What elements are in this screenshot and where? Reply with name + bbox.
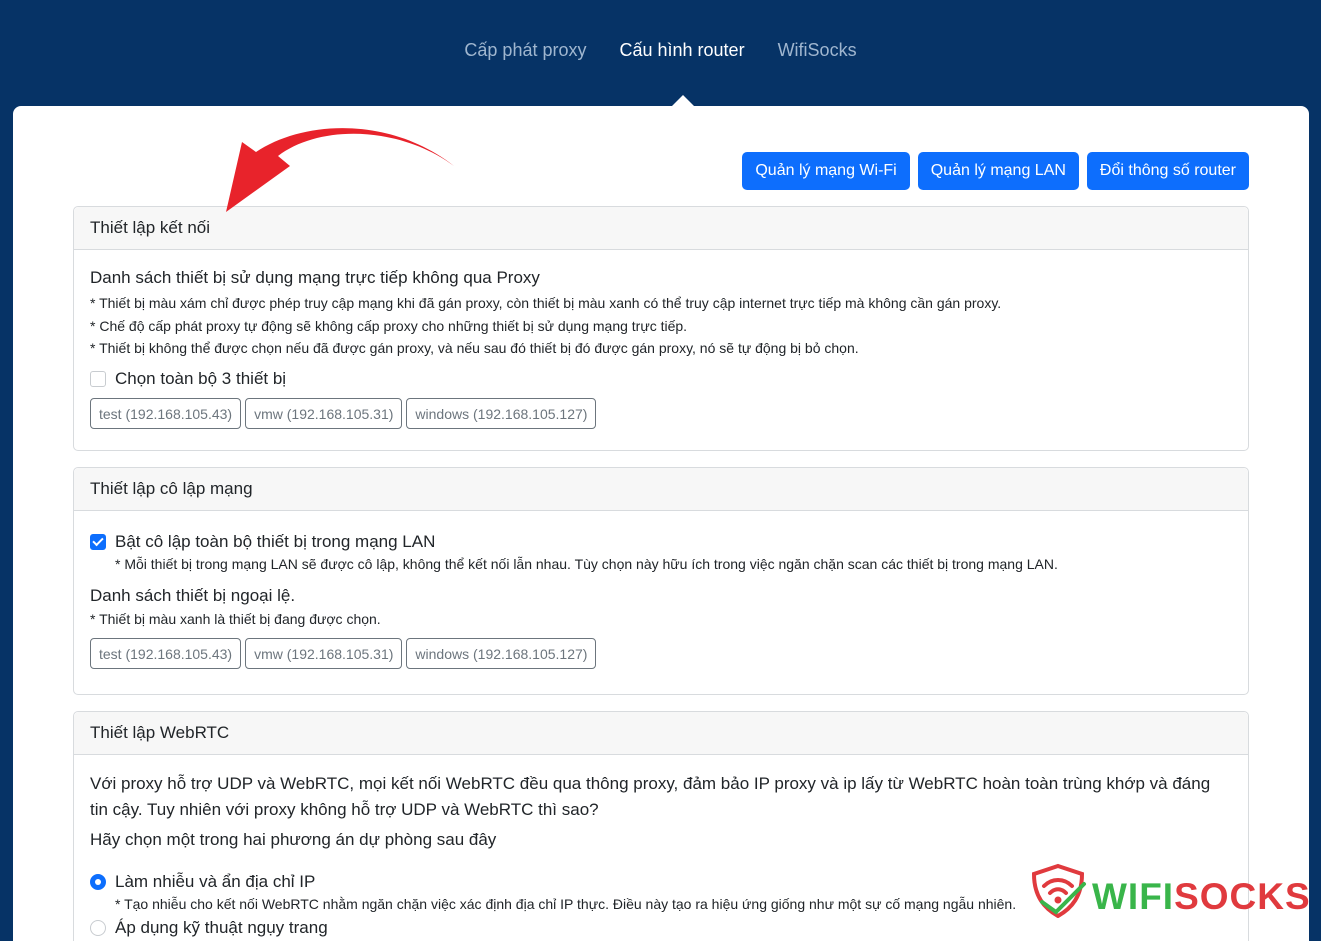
logo-text-wifi: WIFI (1092, 876, 1175, 917)
exception-device-test[interactable]: test (192.168.105.43) (90, 638, 242, 669)
main-panel: Quản lý mạng Wi-Fi Quản lý mạng LAN Đổi … (13, 106, 1309, 941)
exception-device-list: test (192.168.105.43) vmw (192.168.105.3… (90, 638, 1232, 669)
isolation-toggle-label: Bật cô lập toàn bộ thiết bị trong mạng L… (115, 532, 436, 551)
isolation-note: * Mỗi thiết bị trong mạng LAN sẽ được cô… (115, 556, 1058, 572)
change-router-settings-button[interactable]: Đổi thông số router (1086, 152, 1249, 190)
option-noise-label: Làm nhiễu và ẩn địa chỉ IP (115, 872, 316, 891)
webrtc-intro-line-2: tin cậy. Tuy nhiên với proxy không hỗ tr… (90, 800, 599, 819)
wifisocks-logo-text: WIFISOCKS (1092, 876, 1311, 918)
exception-device-vmw[interactable]: vmw (192.168.105.31) (245, 638, 403, 669)
webrtc-choose-text: Hãy chọn một trong hai phương án dự phòn… (90, 830, 497, 849)
select-all-label: Chọn toàn bộ 3 thiết bị (115, 368, 287, 388)
select-all-checkbox[interactable] (90, 370, 106, 387)
manage-lan-button[interactable]: Quản lý mạng LAN (917, 152, 1079, 190)
connection-note-1: * Thiết bị màu xám chỉ được phép truy cậ… (90, 295, 1002, 311)
top-navigation: Cấp phát proxy Cấu hình router WifiSocks (0, 0, 1321, 106)
device-button-vmw[interactable]: vmw (192.168.105.31) (245, 397, 403, 429)
isolation-checkbox[interactable] (90, 534, 106, 550)
wifi-shield-icon (1031, 863, 1086, 918)
option-disguise-radio[interactable] (90, 919, 106, 936)
option-noise-radio[interactable] (90, 874, 106, 890)
annotation-arrow-icon (226, 128, 454, 212)
nav-tabs: Cấp phát proxy Cấu hình router WifiSocks (0, 40, 1321, 61)
exception-device-windows[interactable]: windows (192.168.105.127) (406, 638, 597, 669)
tab-wifisocks[interactable]: WifiSocks (778, 40, 857, 61)
tab-proxy-allocation[interactable]: Cấp phát proxy (464, 40, 586, 61)
connection-note-2: * Chế độ cấp phát proxy tự động sẽ không… (90, 317, 688, 334)
direct-devices-heading: Danh sách thiết bị sử dụng mạng trực tiế… (90, 268, 540, 287)
tab-router-config[interactable]: Cấu hình router (619, 40, 744, 61)
logo-text-socks: SOCKS (1174, 876, 1311, 917)
option-disguise-label: Áp dụng kỹ thuật ngụy trang (115, 917, 328, 937)
active-tab-indicator (672, 95, 694, 106)
toolbar: Quản lý mạng Wi-Fi Quản lý mạng LAN Đổi … (742, 152, 1249, 190)
isolation-toggle-row[interactable]: Bật cô lập toàn bộ thiết bị trong mạng L… (90, 532, 1232, 552)
webrtc-intro-line-1: Với proxy hỗ trợ UDP và WebRTC, mọi kết … (90, 774, 1211, 793)
device-button-windows[interactable]: windows (192.168.105.127) (406, 397, 597, 429)
option-disguise-row[interactable]: Áp dụng kỹ thuật ngụy trang (90, 918, 1232, 938)
connection-note-3: * Thiết bị không thể được chọn nếu đã đư… (90, 340, 859, 356)
network-isolation-title: Thiết lập cô lập mạng (74, 468, 1248, 511)
network-isolation-card: Thiết lập cô lập mạng Bật cô lập toàn bộ… (73, 467, 1249, 695)
select-all-row[interactable]: Chọn toàn bộ 3 thiết bị (90, 369, 1232, 389)
direct-device-list: test (192.168.105.43) vmw (192.168.105.3… (90, 397, 1232, 429)
connection-settings-card: Thiết lập kết nối Danh sách thiết bị sử … (73, 206, 1249, 451)
device-button-test[interactable]: test (192.168.105.43) (90, 397, 242, 429)
exceptions-note: * Thiết bị màu xanh là thiết bị đang đượ… (90, 610, 381, 627)
webrtc-settings-title: Thiết lập WebRTC (74, 712, 1248, 755)
exceptions-heading: Danh sách thiết bị ngoại lệ. (90, 585, 296, 605)
wifisocks-logo: WIFISOCKS (1028, 862, 1311, 918)
manage-wifi-button[interactable]: Quản lý mạng Wi-Fi (742, 152, 910, 190)
